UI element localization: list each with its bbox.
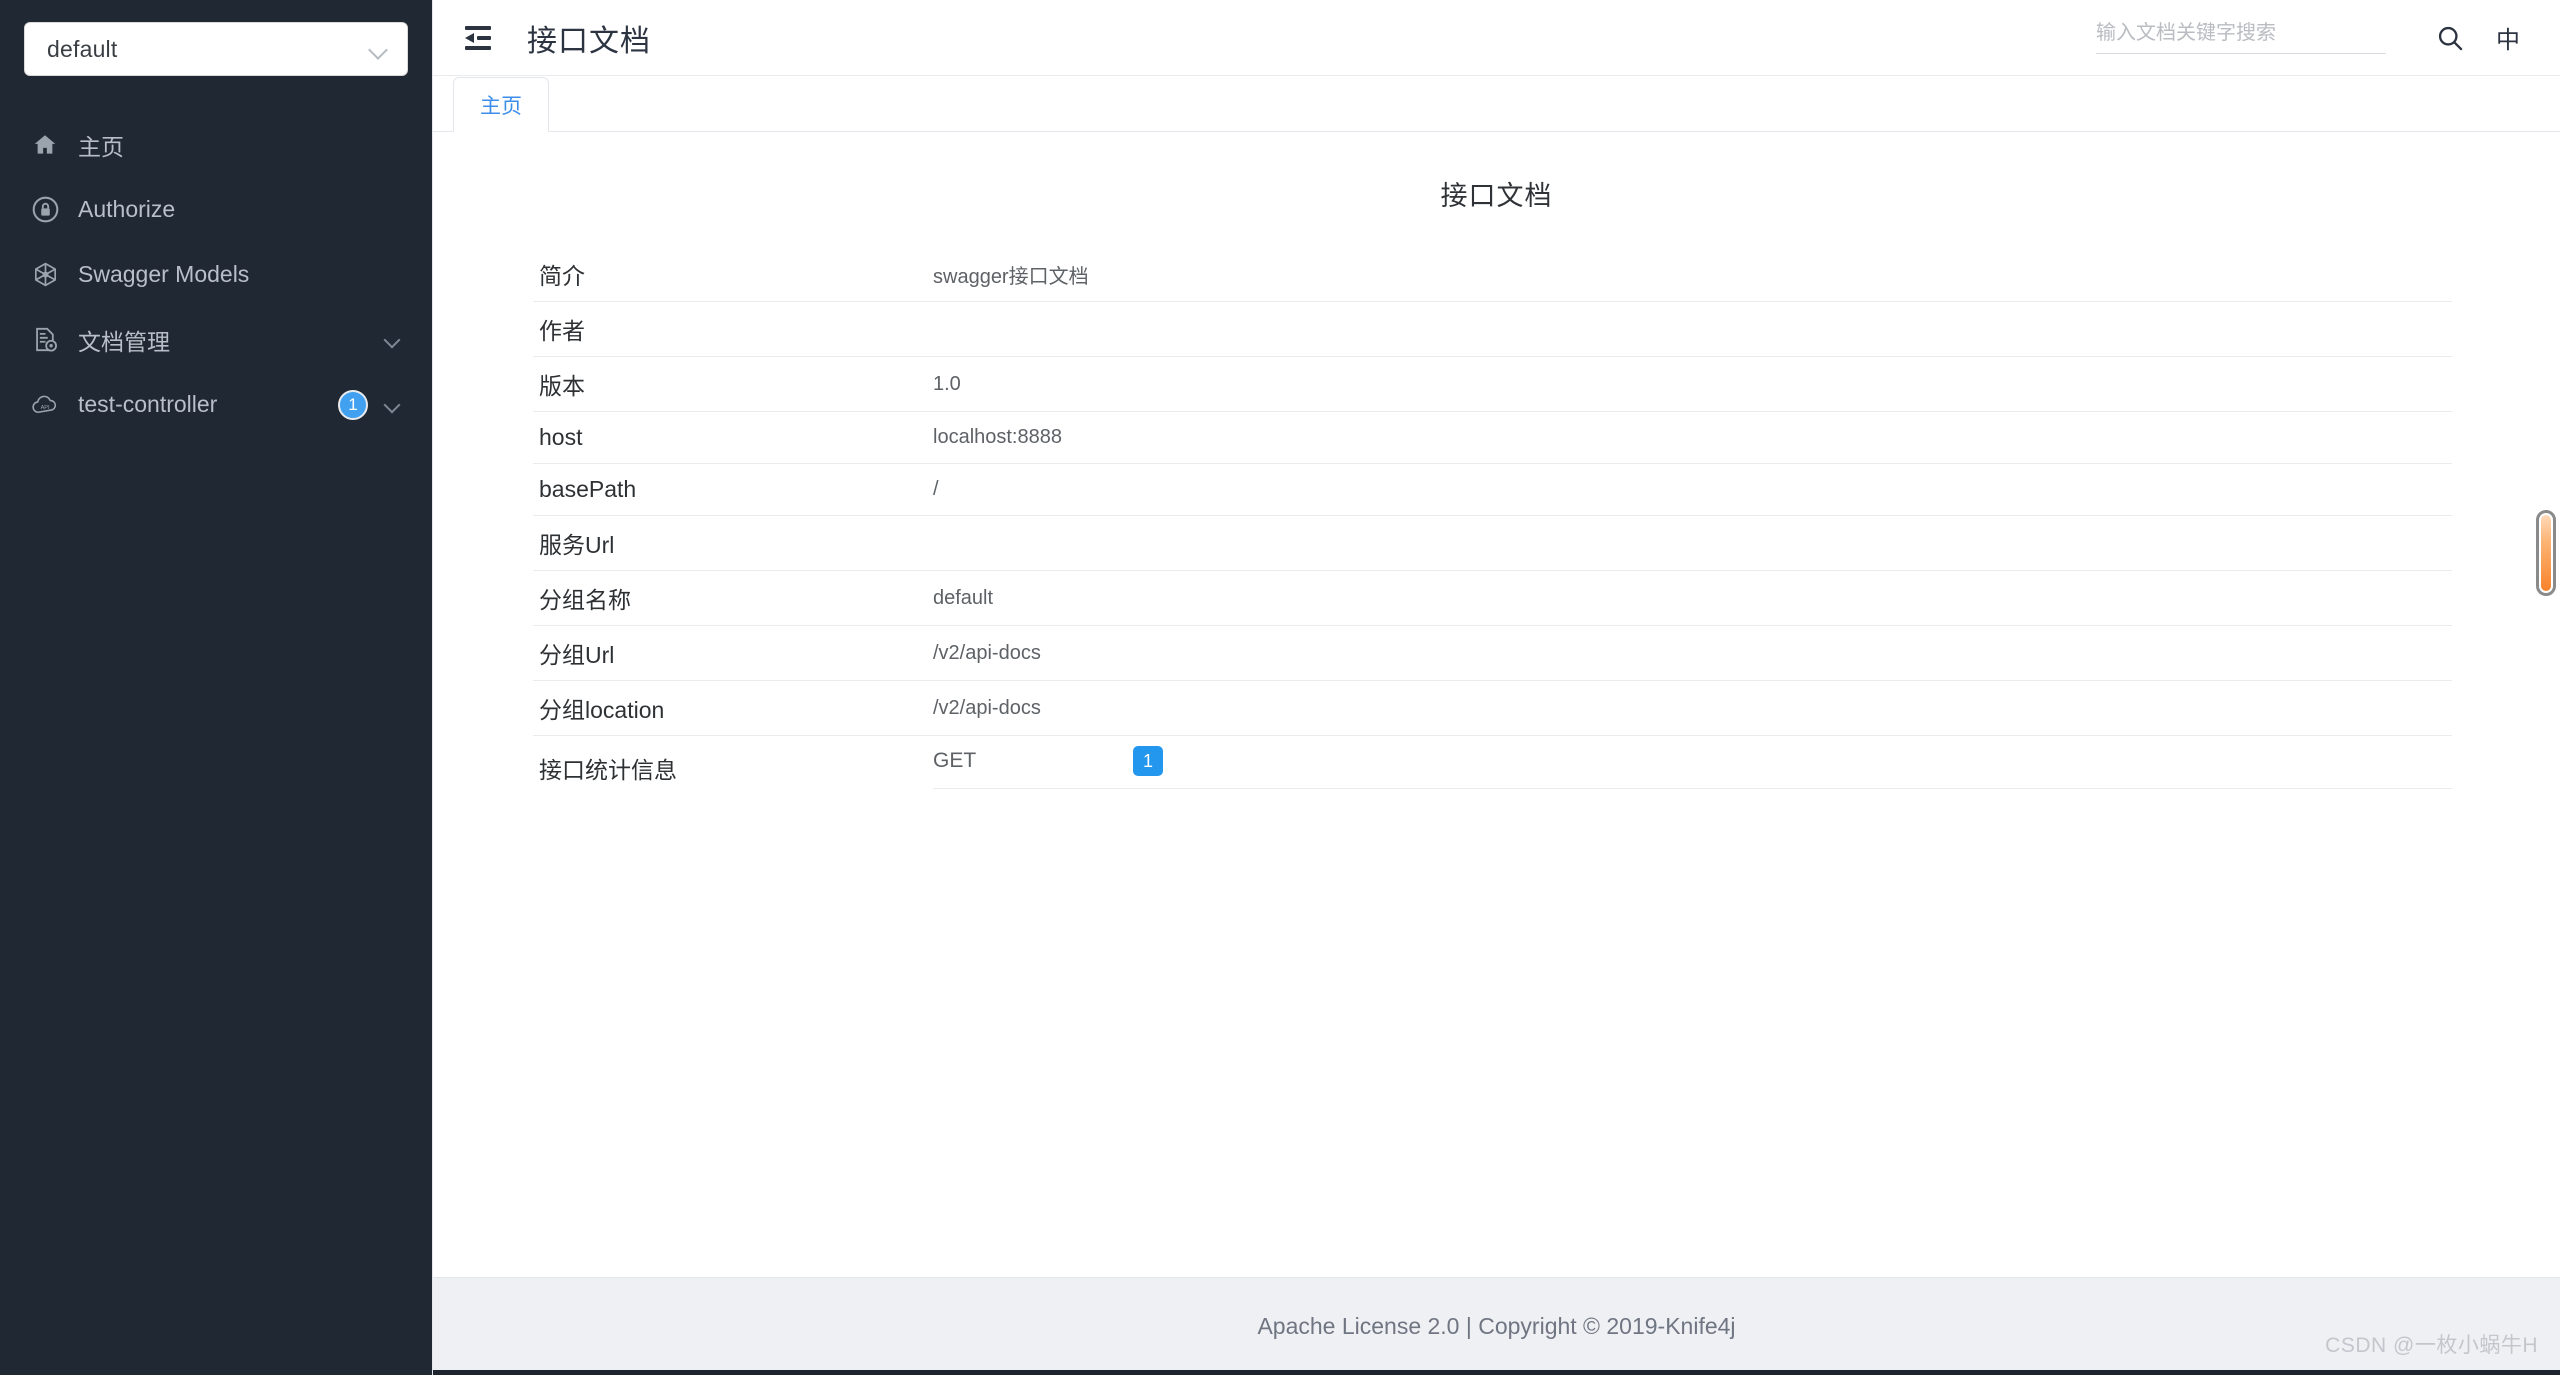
row-key: 分组location	[539, 697, 665, 723]
row-value: /	[933, 478, 939, 500]
footer: Apache License 2.0 | Copyright © 2019-Kn…	[433, 1277, 2560, 1375]
table-row: host localhost:8888	[533, 412, 2452, 464]
table-row: 简介 swagger接口文档	[533, 247, 2452, 302]
group-select[interactable]: default	[24, 22, 408, 76]
row-key: 分组名称	[539, 587, 631, 613]
row-key: basePath	[539, 476, 637, 502]
scrollbar-thumb[interactable]	[2541, 515, 2551, 591]
row-key: host	[539, 424, 583, 450]
document-settings-icon	[30, 325, 60, 355]
chevron-down-icon[interactable]	[384, 399, 404, 411]
chevron-down-icon	[369, 43, 389, 55]
sidebar-item-authorize[interactable]: Authorize	[0, 177, 432, 242]
menu-fold-icon[interactable]	[465, 25, 499, 51]
table-row: 分组名称 default	[533, 571, 2452, 626]
row-key: 版本	[539, 373, 585, 399]
status-badge: 1	[1133, 746, 1163, 776]
tab-home[interactable]: 主页	[453, 77, 549, 132]
search-box[interactable]	[2096, 21, 2386, 54]
row-value: default	[933, 586, 994, 609]
row-key: 服务Url	[539, 532, 615, 558]
stats-line: GET 1	[933, 746, 2452, 789]
language-toggle[interactable]: 中	[2496, 20, 2520, 55]
tab-label: 主页	[480, 94, 522, 118]
table-row-stats: 接口统计信息 GET 1	[533, 736, 2452, 799]
search-icon[interactable]	[2430, 18, 2470, 58]
sidebar: default 主页 Authorize Swagger Models 文档管理…	[0, 0, 432, 1375]
main-area: 接口文档 中 主页 接口文档 简介 s	[432, 0, 2560, 1375]
search-input[interactable]	[2096, 21, 2386, 45]
top-header: 接口文档 中	[433, 0, 2560, 76]
sidebar-item-label: 主页	[78, 133, 124, 160]
http-method-label: GET	[933, 749, 977, 772]
chevron-down-icon[interactable]	[384, 334, 404, 346]
row-value: /v2/api-docs	[933, 641, 1041, 664]
row-key: 分组Url	[539, 642, 615, 668]
sidebar-item-swagger-models[interactable]: Swagger Models	[0, 242, 432, 307]
sidebar-item-label: 文档管理	[78, 328, 170, 355]
sidebar-item-label: Swagger Models	[78, 261, 250, 287]
lock-icon	[30, 195, 60, 225]
content-area: 接口文档 简介 swagger接口文档 作者 版本 1.0 host local…	[433, 132, 2560, 1277]
row-value: swagger接口文档	[933, 265, 1089, 288]
footer-text: Apache License 2.0 | Copyright © 2019-Kn…	[1257, 1313, 1736, 1339]
sidebar-item-home[interactable]: 主页	[0, 112, 432, 177]
sidebar-item-label: Authorize	[78, 196, 176, 222]
sidebar-nav: 主页 Authorize Swagger Models 文档管理 API tes…	[0, 112, 432, 437]
sidebar-item-test-controller[interactable]: API test-controller 1	[0, 372, 432, 437]
row-value: /v2/api-docs	[933, 696, 1041, 719]
group-select-value: default	[47, 35, 118, 62]
row-key: 接口统计信息	[539, 756, 677, 783]
page-title: 接口文档	[527, 24, 651, 58]
cube-icon	[30, 260, 60, 290]
row-value: GET 1	[933, 746, 2452, 789]
row-value: 1.0	[933, 372, 961, 395]
table-row: basePath /	[533, 464, 2452, 516]
table-row: 分组location /v2/api-docs	[533, 681, 2452, 736]
svg-text:API: API	[40, 405, 49, 411]
sidebar-item-badge: 1	[338, 389, 368, 420]
watermark: CSDN @一枚小蜗牛H	[2325, 1334, 2538, 1357]
table-row: 作者	[533, 302, 2452, 357]
row-value: localhost:8888	[933, 426, 1062, 448]
table-row: 分组Url /v2/api-docs	[533, 626, 2452, 681]
vertical-scrollbar[interactable]	[2536, 510, 2556, 596]
api-cloud-icon: API	[30, 390, 60, 420]
tab-strip: 主页	[433, 76, 2560, 132]
sidebar-item-document-management[interactable]: 文档管理	[0, 307, 432, 372]
table-row: 版本 1.0	[533, 357, 2452, 412]
row-key: 作者	[539, 318, 585, 344]
bottom-rule	[433, 1370, 2560, 1375]
doc-title: 接口文档	[1440, 181, 1553, 211]
table-row: 服务Url	[533, 516, 2452, 571]
row-key: 简介	[539, 263, 585, 289]
sidebar-item-label: test-controller	[78, 391, 218, 417]
info-table: 简介 swagger接口文档 作者 版本 1.0 host localhost:…	[533, 247, 2452, 799]
home-icon	[30, 130, 60, 160]
app-root: default 主页 Authorize Swagger Models 文档管理…	[0, 0, 2560, 1375]
